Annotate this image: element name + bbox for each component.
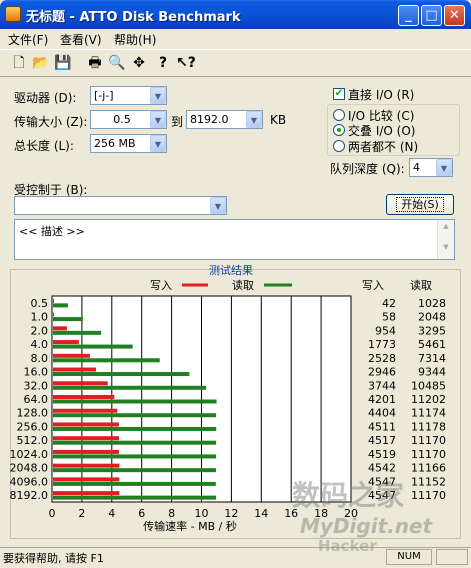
x-tick-label: 4 [108,507,115,520]
read-value: 11166 [411,462,446,475]
x-tick-label: 14 [254,507,268,520]
read-value: 9344 [418,366,446,379]
y-tick-label: 512.0 [17,434,49,447]
read-value: 11174 [411,407,446,420]
write-value: 4404 [368,407,396,420]
write-value: 4511 [368,420,396,433]
write-bar [53,395,115,399]
read-value: 11170 [411,489,446,502]
y-tick-label: 8.0 [31,352,49,365]
write-value: 4517 [368,434,396,447]
read-value: 10485 [411,379,446,392]
table-header-read: 读取 [410,278,432,292]
read-bar [53,385,207,390]
write-value: 1773 [368,338,396,351]
y-tick-label: 1.0 [31,311,49,324]
y-tick-label: 4.0 [31,338,49,351]
read-value: 5461 [418,338,446,351]
read-value: 11170 [411,448,446,461]
legend-write-label: 写入 [150,279,172,292]
read-bar [53,399,217,404]
write-value: 4542 [368,462,396,475]
write-value: 42 [382,297,396,310]
x-tick-label: 10 [195,507,209,520]
read-bar [53,344,133,349]
read-bar [53,372,190,377]
read-bar [53,426,217,431]
y-tick-label: 32.0 [24,379,49,392]
read-bar [53,303,68,308]
write-value: 58 [382,311,396,324]
write-bar [53,340,79,345]
write-bar [53,408,118,413]
read-bar [53,330,102,335]
x-tick-label: 12 [224,507,238,520]
status-pane [436,549,468,565]
write-bar [53,367,97,372]
write-value: 954 [375,324,396,337]
num-lock-indicator: NUM [386,549,432,565]
read-bar [53,413,217,418]
write-bar [53,477,120,482]
read-bar [53,454,217,459]
read-value: 11178 [411,420,446,433]
write-bar [53,422,119,427]
y-tick-label: 256.0 [17,420,49,433]
write-bar [53,463,120,468]
results-chart: 测试结果写入 读取 写入 读取0 2 4 6 8 10 12 14 16 18 20传输速率 - MB /… [10,264,447,533]
write-value: 2528 [368,352,396,365]
y-tick-label: 128.0 [17,407,49,420]
read-value: 1028 [418,297,446,310]
y-tick-label: 8192.0 [10,489,49,502]
read-value: 7314 [418,352,446,365]
read-bar [53,358,160,363]
x-tick-label: 6 [138,507,145,520]
write-value: 3744 [368,379,396,392]
write-value: 4201 [368,393,396,406]
write-bar [53,298,54,303]
read-bar [53,495,217,500]
write-bar [53,436,119,441]
y-tick-label: 0.5 [31,297,49,310]
read-value: 3295 [418,324,446,337]
read-value: 2048 [418,311,446,324]
x-tick-label: 8 [168,507,175,520]
write-bar [53,491,120,496]
y-tick-label: 64.0 [24,393,49,406]
write-value: 2946 [368,366,396,379]
read-bar [53,481,216,486]
write-bar [53,312,54,317]
read-bar [53,317,83,322]
legend-read-label: 读取 [232,278,254,292]
x-tick-label: 2 [78,507,85,520]
read-value: 11152 [411,475,446,488]
y-tick-label: 16.0 [24,366,49,379]
x-axis-label: 传输速率 - MB / 秒 [143,519,237,533]
write-bar [53,449,119,454]
x-tick-label: 0 [49,507,56,520]
chart-title: 测试结果 [209,264,253,277]
write-bar [53,353,90,358]
read-bar [53,440,217,445]
y-tick-label: 2048.0 [10,462,49,475]
read-bar [53,468,216,473]
status-text: 要获得帮助, 请按 F1 [3,552,104,565]
watermark-line3: Hacker [318,537,377,555]
read-value: 11170 [411,434,446,447]
read-value: 11202 [411,393,446,406]
write-bar [53,326,67,331]
y-tick-label: 2.0 [31,324,49,337]
watermark-line2: MyDigit.net [300,514,433,538]
y-tick-label: 4096.0 [10,475,49,488]
watermark-line1: 数码之家 [292,479,405,512]
y-tick-label: 1024.0 [10,448,49,461]
write-value: 4519 [368,448,396,461]
table-header-write: 写入 [362,279,384,292]
write-bar [53,381,108,386]
